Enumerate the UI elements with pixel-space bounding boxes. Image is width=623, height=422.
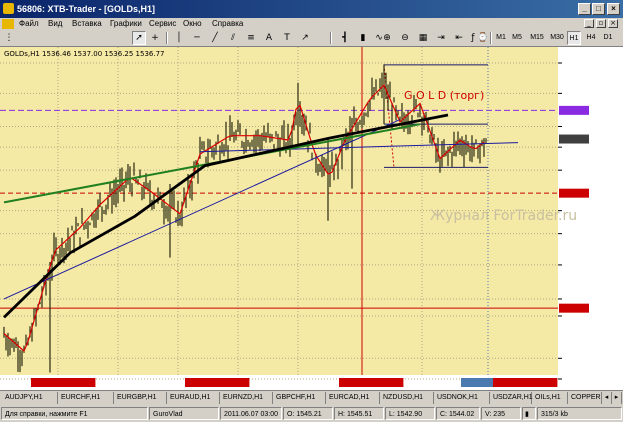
price-marker: [559, 303, 589, 313]
chart-shift-button[interactable]: ⇤: [452, 31, 466, 45]
menu-window[interactable]: Окно: [183, 19, 202, 28]
chart-window[interactable]: GOLDs,H1 1536.46 1537.00 1536.25 1536.77…: [0, 46, 623, 391]
grip-icon: ⋮: [4, 33, 14, 43]
menu-bar: Файл Вид Вставка Графики Сервис Окно Спр…: [0, 18, 623, 30]
mdi-close-button[interactable]: ×: [608, 19, 618, 28]
tab-usdzar[interactable]: USDZAR,H1: [490, 392, 533, 404]
menu-tools[interactable]: Сервис: [149, 19, 176, 28]
tab-euraud[interactable]: EURAUD,H1: [167, 392, 220, 404]
tab-oils[interactable]: OILs,H1: [532, 392, 568, 404]
status-traffic: 315/3 kb: [537, 407, 622, 420]
trendline-button[interactable]: ╱: [208, 31, 222, 45]
symbol-tabs: AUDJPY,H1 EURCHF,H1 EURGBP,H1 EURAUD,H1 …: [0, 390, 623, 405]
arrow-tool-button[interactable]: ↗: [298, 31, 312, 45]
price-chart[interactable]: GOLDs,H1 1536.46 1537.00 1536.25 1536.77…: [0, 47, 623, 391]
auto-scroll-button[interactable]: ⇥: [434, 31, 448, 45]
price-marker: [559, 188, 589, 198]
tf-m5[interactable]: M5: [510, 31, 524, 45]
fibonacci-button[interactable]: ≡: [244, 31, 258, 45]
close-button[interactable]: ×: [607, 3, 620, 15]
status-open: O: 1545.21: [283, 407, 333, 420]
menu-help[interactable]: Справка: [212, 19, 243, 28]
maximize-button[interactable]: □: [592, 3, 605, 15]
tf-h4[interactable]: H4: [584, 31, 598, 45]
cursor-tool-button[interactable]: ➚: [132, 31, 146, 45]
time-marker: [31, 378, 96, 387]
bar-chart-button[interactable]: ┫: [338, 31, 352, 45]
horizontal-line-button[interactable]: ─: [190, 31, 204, 45]
price-marker: [559, 134, 589, 144]
channel-button[interactable]: ⫽: [226, 31, 240, 45]
tab-nzdusd[interactable]: NZDUSD,H1: [380, 392, 434, 404]
tabs-scroll-left-icon[interactable]: ◂: [602, 392, 612, 404]
tf-m15[interactable]: M15: [528, 31, 546, 45]
app-logo-icon: [3, 3, 14, 14]
label-tool-button[interactable]: T: [280, 31, 294, 45]
status-volume: V: 235: [481, 407, 521, 420]
toolbar: ⋮ ➚ + │ ─ ╱ ⫽ ≡ A T ↗ ┫ ▮ ∿ ⊕ ⊖ ▦ ⇥ ⇤ ƒ …: [0, 30, 623, 46]
status-help: Для справки, нажмите F1: [1, 407, 148, 420]
crosshair-tool-button[interactable]: +: [148, 31, 162, 45]
watermark: Журнал ForTrader.ru: [430, 208, 577, 224]
window-title: 56806: XTB-Trader - [GOLDs,H1]: [17, 4, 156, 14]
status-profile[interactable]: GuroVlad: [149, 407, 219, 420]
status-high: H: 1545.51: [334, 407, 384, 420]
chart-info: GOLDs,H1 1536.46 1537.00 1536.25 1536.77: [4, 50, 165, 58]
minimize-button[interactable]: _: [578, 3, 591, 15]
tile-windows-button[interactable]: ▦: [416, 31, 430, 45]
text-tool-button[interactable]: A: [262, 31, 276, 45]
tab-eurcad[interactable]: EURCAD,H1: [326, 392, 380, 404]
tabs-scroll-right-icon[interactable]: ▸: [612, 392, 622, 404]
gold-annotation[interactable]: G O L D (торг): [404, 89, 484, 102]
status-bar: Для справки, нажмите F1 GuroVlad 2011.06…: [0, 405, 623, 422]
mdi-restore-button[interactable]: ▫: [596, 19, 606, 28]
vertical-line-button[interactable]: │: [172, 31, 186, 45]
status-datetime: 2011.06.07 03:00: [220, 407, 282, 420]
menu-file[interactable]: Файл: [19, 19, 39, 28]
tf-d1[interactable]: D1: [601, 31, 615, 45]
zoom-in-icon[interactable]: ⊕: [380, 31, 394, 45]
tab-audjpy[interactable]: AUDJPY,H1: [2, 392, 58, 404]
time-marker: [185, 378, 250, 387]
time-marker: [493, 378, 558, 387]
tab-usdnok[interactable]: USDNOK,H1: [434, 392, 490, 404]
tf-m30[interactable]: M30: [548, 31, 566, 45]
price-marker: [559, 105, 589, 115]
tab-gbpchf[interactable]: GBPCHF,H1: [273, 392, 326, 404]
menu-view[interactable]: Вид: [48, 19, 62, 28]
connection-icon: ▮: [522, 407, 536, 420]
tab-copper[interactable]: COPPER: [568, 392, 602, 404]
tab-eurgbp[interactable]: EURGBP,H1: [114, 392, 167, 404]
chart-window-icon[interactable]: [2, 19, 14, 29]
status-low: L: 1542.90: [385, 407, 435, 420]
candle-chart-button[interactable]: ▮: [356, 31, 370, 45]
tab-eurchf[interactable]: EURCHF,H1: [58, 392, 114, 404]
title-bar: 56806: XTB-Trader - [GOLDs,H1] _ □ ×: [0, 0, 623, 18]
menu-charts[interactable]: Графики: [110, 19, 142, 28]
zoom-out-icon[interactable]: ⊖: [398, 31, 412, 45]
menu-insert[interactable]: Вставка: [72, 19, 102, 28]
tf-m1[interactable]: M1: [495, 31, 507, 45]
status-close: C: 1544.02: [436, 407, 480, 420]
tab-eurnzd[interactable]: EURNZD,H1: [220, 392, 273, 404]
tf-h1[interactable]: H1: [567, 31, 581, 45]
mdi-minimize-button[interactable]: _: [584, 19, 594, 28]
period-button[interactable]: ⌚: [476, 31, 490, 45]
time-marker: [339, 378, 404, 387]
